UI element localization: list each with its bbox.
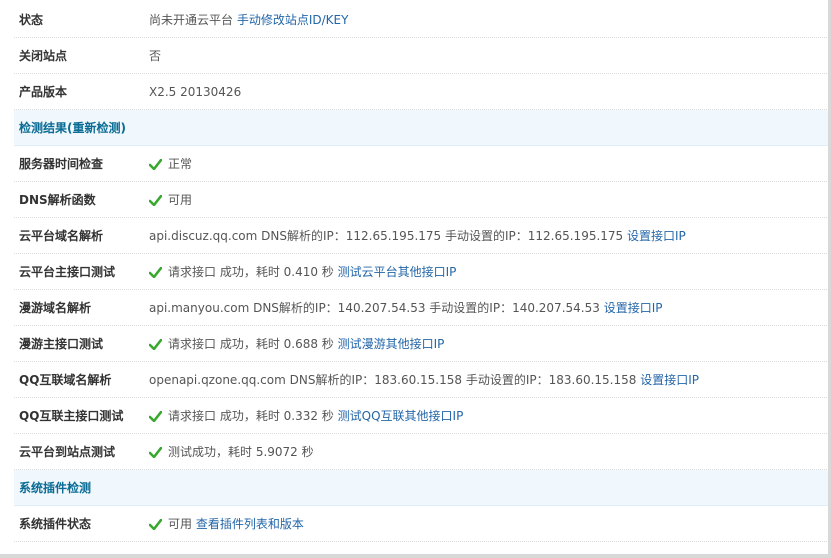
value-manyou-main: 请求接口 成功，耗时 0.688 秒 测试漫游其他接口IP xyxy=(149,326,444,362)
label-plugin-status: 系统插件状态 xyxy=(19,517,92,531)
view-plugin-list-link[interactable]: 查看插件列表和版本 xyxy=(196,517,304,531)
row-cloud-domain: 云平台域名解析 api.discuz.qq.com DNS解析的IP：112.6… xyxy=(14,218,831,254)
row-dns-function: DNS解析函数 可用 xyxy=(14,182,831,218)
green-check-icon xyxy=(149,447,162,458)
cloud-domain-text: api.discuz.qq.com DNS解析的IP：112.65.195.17… xyxy=(149,229,624,243)
row-manyou-domain: 漫游域名解析 api.manyou.com DNS解析的IP：140.207.5… xyxy=(14,290,831,326)
section-check-results-title[interactable]: 检测结果(重新检测) xyxy=(19,110,126,146)
label-qq-main: QQ互联主接口测试 xyxy=(19,409,124,423)
modify-site-id-key-link[interactable]: 手动修改站点ID/KEY xyxy=(237,13,349,27)
section-check-results: 检测结果(重新检测) xyxy=(14,110,831,146)
row-status: 状态 尚未开通云平台 手动修改站点ID/KEY xyxy=(14,2,831,38)
dns-function-text: 可用 xyxy=(168,193,193,207)
test-cloud-other-ip-link[interactable]: 测试云平台其他接口IP xyxy=(338,265,457,279)
value-server-time: 正常 xyxy=(149,146,192,182)
label-cloud-to-site: 云平台到站点测试 xyxy=(19,445,116,459)
label-server-time: 服务器时间检查 xyxy=(19,157,104,171)
set-qq-ip-link[interactable]: 设置接口IP xyxy=(640,373,699,387)
value-status: 尚未开通云平台 手动修改站点ID/KEY xyxy=(149,2,348,38)
row-cloud-to-site: 云平台到站点测试 测试成功，耗时 5.9072 秒 xyxy=(14,434,831,470)
manyou-main-text: 请求接口 成功，耗时 0.688 秒 xyxy=(168,337,334,351)
test-qq-other-ip-link[interactable]: 测试QQ互联其他接口IP xyxy=(338,409,464,423)
green-check-icon xyxy=(149,267,162,278)
label-cloud-main: 云平台主接口测试 xyxy=(19,265,116,279)
set-manyou-ip-link[interactable]: 设置接口IP xyxy=(604,301,663,315)
label-manyou-domain: 漫游域名解析 xyxy=(19,301,92,315)
cloud-to-site-text: 测试成功，耗时 5.9072 秒 xyxy=(168,445,314,459)
value-cloud-to-site: 测试成功，耗时 5.9072 秒 xyxy=(149,434,314,470)
value-cloud-domain: api.discuz.qq.com DNS解析的IP：112.65.195.17… xyxy=(149,218,686,254)
value-qq-domain: openapi.qzone.qq.com DNS解析的IP：183.60.15.… xyxy=(149,362,699,398)
status-text: 尚未开通云平台 xyxy=(149,13,234,27)
label-dns-function: DNS解析函数 xyxy=(19,193,96,207)
qq-domain-text: openapi.qzone.qq.com DNS解析的IP：183.60.15.… xyxy=(149,373,637,387)
value-cloud-main: 请求接口 成功，耗时 0.410 秒 测试云平台其他接口IP xyxy=(149,254,456,290)
row-qq-main: QQ互联主接口测试 请求接口 成功，耗时 0.332 秒 测试QQ互联其他接口I… xyxy=(14,398,831,434)
value-site-closed: 否 xyxy=(149,49,162,63)
section-plugin-check-title: 系统插件检测 xyxy=(19,481,92,495)
green-check-icon xyxy=(149,519,162,530)
row-server-time: 服务器时间检查 正常 xyxy=(14,146,831,182)
label-manyou-main: 漫游主接口测试 xyxy=(19,337,104,351)
row-manyou-main: 漫游主接口测试 请求接口 成功，耗时 0.688 秒 测试漫游其他接口IP xyxy=(14,326,831,362)
green-check-icon xyxy=(149,411,162,422)
value-manyou-domain: api.manyou.com DNS解析的IP：140.207.54.53 手动… xyxy=(149,290,662,326)
green-check-icon xyxy=(149,195,162,206)
plugin-status-text: 可用 xyxy=(168,517,193,531)
label-product-version: 产品版本 xyxy=(19,85,68,99)
label-site-closed: 关闭站点 xyxy=(19,49,68,63)
value-plugin-status: 可用 查看插件列表和版本 xyxy=(149,506,304,542)
green-check-icon xyxy=(149,159,162,170)
row-site-closed: 关闭站点 否 xyxy=(14,38,831,74)
label-qq-domain: QQ互联域名解析 xyxy=(19,373,112,387)
cloud-platform-diagnostics: 状态 尚未开通云平台 手动修改站点ID/KEY 关闭站点 否 产品版本 X2.5… xyxy=(0,0,831,558)
value-qq-main: 请求接口 成功，耗时 0.332 秒 测试QQ互联其他接口IP xyxy=(149,398,463,434)
value-dns-function: 可用 xyxy=(149,182,192,218)
window-bottom-border xyxy=(0,554,831,558)
test-manyou-other-ip-link[interactable]: 测试漫游其他接口IP xyxy=(338,337,445,351)
label-cloud-domain: 云平台域名解析 xyxy=(19,229,104,243)
server-time-text: 正常 xyxy=(168,157,193,171)
value-product-version: X2.5 20130426 xyxy=(149,85,242,99)
section-plugin-check: 系统插件检测 xyxy=(14,470,831,506)
green-check-icon xyxy=(149,339,162,350)
row-product-version: 产品版本 X2.5 20130426 xyxy=(14,74,831,110)
set-cloud-ip-link[interactable]: 设置接口IP xyxy=(627,229,686,243)
row-plugin-status: 系统插件状态 可用 查看插件列表和版本 xyxy=(14,506,831,542)
cloud-main-text: 请求接口 成功，耗时 0.410 秒 xyxy=(168,265,334,279)
row-cloud-main: 云平台主接口测试 请求接口 成功，耗时 0.410 秒 测试云平台其他接口IP xyxy=(14,254,831,290)
label-status: 状态 xyxy=(19,13,44,27)
manyou-domain-text: api.manyou.com DNS解析的IP：140.207.54.53 手动… xyxy=(149,301,600,315)
qq-main-text: 请求接口 成功，耗时 0.332 秒 xyxy=(168,409,334,423)
row-qq-domain: QQ互联域名解析 openapi.qzone.qq.com DNS解析的IP：1… xyxy=(14,362,831,398)
